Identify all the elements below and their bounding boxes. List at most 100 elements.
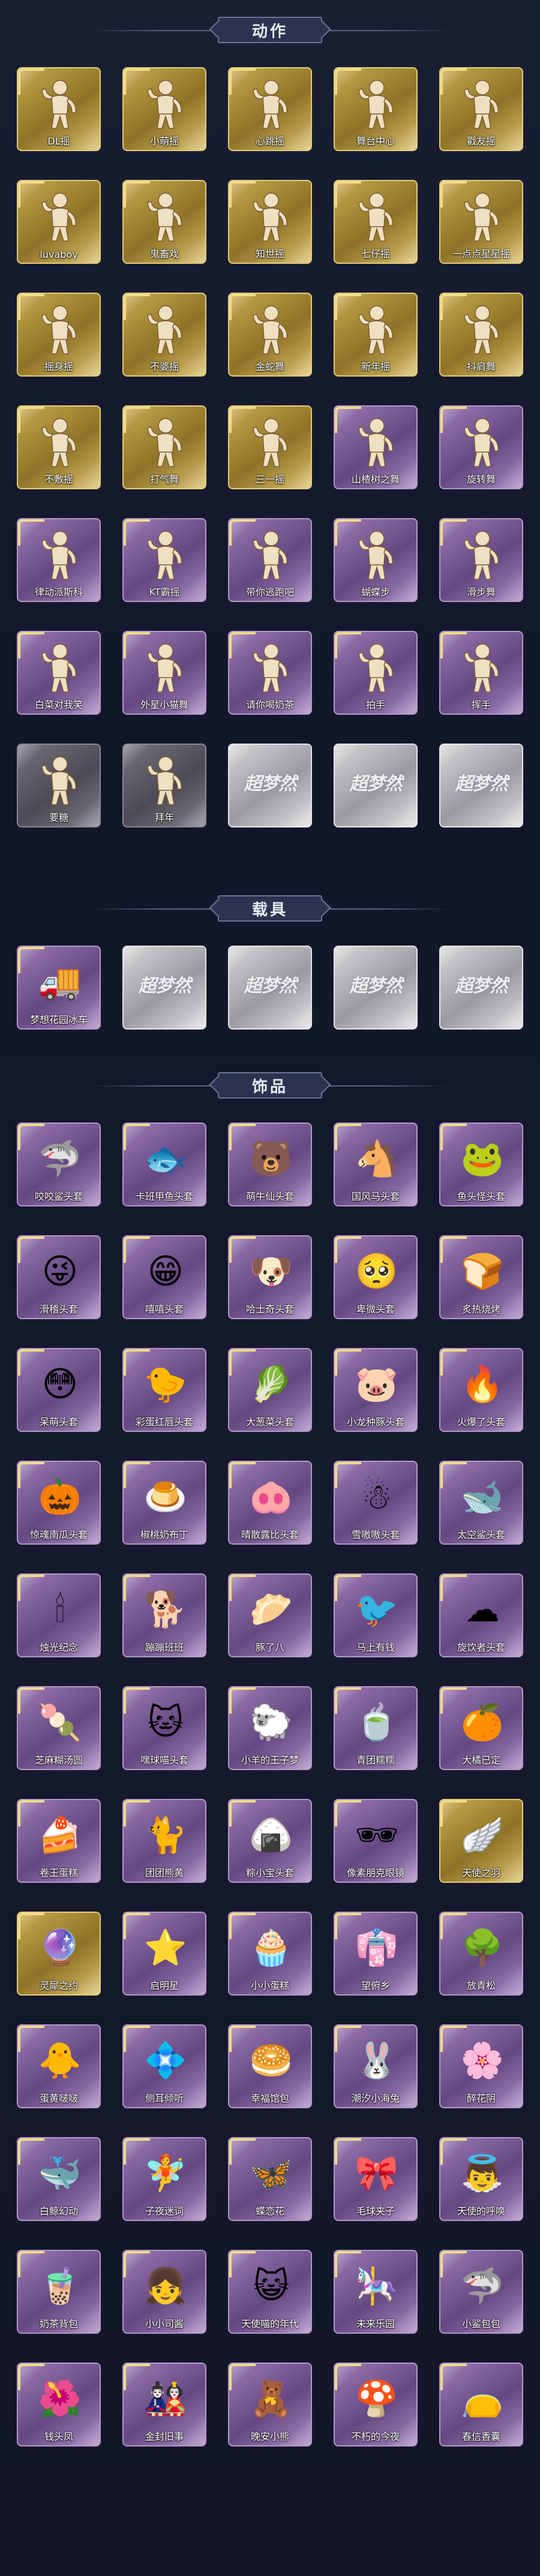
item-card[interactable]: 👘 望俯乡 xyxy=(334,1912,418,1996)
item-card[interactable]: 山楂树之舞 xyxy=(334,405,418,489)
item-card[interactable]: 不婆摇 xyxy=(122,293,206,377)
item-card[interactable]: 超梦然 xyxy=(334,946,418,1030)
item-card[interactable]: 🔥 火爆了头套 xyxy=(439,1348,523,1432)
item-card[interactable]: 👝 春信香囊 xyxy=(439,2363,523,2446)
item-card[interactable]: KT霸摇 xyxy=(122,518,206,602)
item-card[interactable]: 超梦然 xyxy=(228,744,312,827)
item-card[interactable]: 戳友摇 xyxy=(439,67,523,151)
item-card[interactable]: 🎃 惊魂南瓜头套 xyxy=(17,1461,101,1545)
item-card[interactable]: 蝴蝶步 xyxy=(334,518,418,602)
item-card[interactable]: 滑步舞 xyxy=(439,518,523,602)
item-card[interactable]: 🐱 嘿球喵头套 xyxy=(122,1686,206,1770)
item-card[interactable]: 🌺 钱头凤 xyxy=(17,2363,101,2446)
item-card[interactable]: 不敷摇 xyxy=(17,405,101,489)
item-card[interactable]: 超梦然 xyxy=(439,946,523,1030)
item-card[interactable]: 超梦然 xyxy=(228,946,312,1030)
item-card[interactable]: 💠 侧耳倾听 xyxy=(122,2024,206,2108)
item-card[interactable]: ☁ 旋饮者头套 xyxy=(439,1573,523,1657)
item-card[interactable]: 新年摇 xyxy=(334,293,418,377)
item-card[interactable]: 😁 嘻嘻头套 xyxy=(122,1235,206,1319)
item-card[interactable]: 抖肩舞 xyxy=(439,293,523,377)
item-card[interactable]: 旋转舞 xyxy=(439,405,523,489)
item-card[interactable]: 七仔摇 xyxy=(334,180,418,264)
item-card[interactable]: 🎎 金封旧事 xyxy=(122,2363,206,2446)
item-card[interactable]: 🧚 子夜迷词 xyxy=(122,2137,206,2221)
item-card[interactable]: 😜 滑稽头套 xyxy=(17,1235,101,1319)
item-card[interactable]: 超梦然 xyxy=(334,744,418,827)
item-card[interactable]: 🦈 咬咬鲨头套 xyxy=(17,1123,101,1206)
item-card[interactable]: 🕶 像素朋克眼镜 xyxy=(334,1799,418,1883)
item-card[interactable]: 🐴 国风马头套 xyxy=(334,1123,418,1206)
item-card[interactable]: 🧋 奶茶背包 xyxy=(17,2250,101,2334)
item-card[interactable]: 拍手 xyxy=(334,631,418,715)
item-card[interactable]: 🍵 青团糯糯 xyxy=(334,1686,418,1770)
item-card[interactable]: 🥺 卑微头套 xyxy=(334,1235,418,1319)
item-card[interactable]: 🧁 小小蛋糕 xyxy=(228,1912,312,1996)
item-card[interactable]: 🐷 小龙种豚头套 xyxy=(334,1348,418,1432)
item-card[interactable]: 🎀 毛球夹子 xyxy=(334,2137,418,2221)
item-card[interactable]: 摇身摇 xyxy=(17,293,101,377)
item-card[interactable]: 金蛇舞 xyxy=(228,293,312,377)
item-card[interactable]: 超梦然 xyxy=(122,946,206,1030)
item-card[interactable]: 🍡 芝麻糊汤圆 xyxy=(17,1686,101,1770)
item-card[interactable]: 🐻 萌牛仙头套 xyxy=(228,1123,312,1206)
item-card[interactable]: 律动派斯科 xyxy=(17,518,101,602)
item-card[interactable]: 一点点星星摇 xyxy=(439,180,523,264)
item-card[interactable]: 🐽 晴散露比头套 xyxy=(228,1461,312,1545)
item-card[interactable]: 🐳 白鲸幻动 xyxy=(17,2137,101,2221)
item-card[interactable]: 🌸 醉花阴 xyxy=(439,2024,523,2108)
item-card[interactable]: 🦋 蝶恋花 xyxy=(228,2137,312,2221)
item-card[interactable]: 🍄 不朽的今夜 xyxy=(334,2363,418,2446)
item-card[interactable]: 🦈 小鲨包包 xyxy=(439,2250,523,2334)
item-card[interactable]: 😺 天使喵的年代 xyxy=(228,2250,312,2334)
item-card[interactable]: 🍊 大橘已定 xyxy=(439,1686,523,1770)
item-card[interactable]: 🎠 未来乐园 xyxy=(334,2250,418,2334)
item-card[interactable]: 请你喝奶茶 xyxy=(228,631,312,715)
item-card[interactable]: 🐕 蹦蹦班班 xyxy=(122,1573,206,1657)
item-card[interactable]: 知世摇 xyxy=(228,180,312,264)
item-card[interactable]: 🐋 太空鲨头套 xyxy=(439,1461,523,1545)
item-card[interactable]: luvaboy xyxy=(17,180,101,264)
item-card[interactable]: 🥯 幸福馆包 xyxy=(228,2024,312,2108)
item-card[interactable]: 心跳摇 xyxy=(228,67,312,151)
item-card[interactable]: 超梦然 xyxy=(439,744,523,827)
item-card[interactable]: 🐥 蛋黄啵啵 xyxy=(17,2024,101,2108)
item-card[interactable]: 带你逃跑吧 xyxy=(228,518,312,602)
item-card[interactable]: 🐰 潮汐小海兔 xyxy=(334,2024,418,2108)
item-card[interactable]: 打气舞 xyxy=(122,405,206,489)
item-card[interactable]: ☃ 雪嗷嗷头套 xyxy=(334,1461,418,1545)
item-card[interactable]: 🐑 小羊的王子梦 xyxy=(228,1686,312,1770)
item-card[interactable]: 🍙 粽小宝头套 xyxy=(228,1799,312,1883)
item-card[interactable]: 🐦 马上有钱 xyxy=(334,1573,418,1657)
item-card[interactable]: 🔮 灵犀之约 xyxy=(17,1912,101,1996)
item-card[interactable]: 🍮 椒桃奶布丁 xyxy=(122,1461,206,1545)
item-card[interactable]: DL摇 xyxy=(17,67,101,151)
item-card[interactable]: 鬼畜戏 xyxy=(122,180,206,264)
item-card[interactable]: 白菜对我笑 xyxy=(17,631,101,715)
item-card[interactable]: 🕯 烛光纪念 xyxy=(17,1573,101,1657)
item-card[interactable]: 要糖 xyxy=(17,744,101,827)
item-card[interactable]: 🐸 鱼头怪头套 xyxy=(439,1123,523,1206)
item-card[interactable]: 舞台中心 xyxy=(334,67,418,151)
item-card[interactable]: 🪽 天使之羽 xyxy=(439,1799,523,1883)
item-card[interactable]: 🥟 豚了八 xyxy=(228,1573,312,1657)
item-card[interactable]: 小萌摇 xyxy=(122,67,206,151)
item-card[interactable]: 挥手 xyxy=(439,631,523,715)
item-card[interactable]: 😳 呆萌头套 xyxy=(17,1348,101,1432)
item-card[interactable]: 🌳 放青松 xyxy=(439,1912,523,1996)
item-card[interactable]: 🐤 彩蛋红唇头套 xyxy=(122,1348,206,1432)
item-card[interactable]: 🍰 卷王蛋糕 xyxy=(17,1799,101,1883)
item-card[interactable]: 🐈 团团熊黄 xyxy=(122,1799,206,1883)
item-card[interactable]: 🥬 大葱菜头套 xyxy=(228,1348,312,1432)
item-card[interactable]: 👼 天使的呼唤 xyxy=(439,2137,523,2221)
item-card[interactable]: 👧 小小司酱 xyxy=(122,2250,206,2334)
item-card[interactable]: 三一摇 xyxy=(228,405,312,489)
item-card[interactable]: 🍞 炙热烧烤 xyxy=(439,1235,523,1319)
item-card[interactable]: 🚚 梦想花园冰车 xyxy=(17,946,101,1030)
item-card[interactable]: 🐶 哈士奇头套 xyxy=(228,1235,312,1319)
item-card[interactable]: 外星小猫舞 xyxy=(122,631,206,715)
item-card[interactable]: 拜年 xyxy=(122,744,206,827)
item-card[interactable]: ⭐ 启明星 xyxy=(122,1912,206,1996)
item-card[interactable]: 🐟 卡班甲鱼头套 xyxy=(122,1123,206,1206)
item-card[interactable]: 🧸 晚安小熊 xyxy=(228,2363,312,2446)
